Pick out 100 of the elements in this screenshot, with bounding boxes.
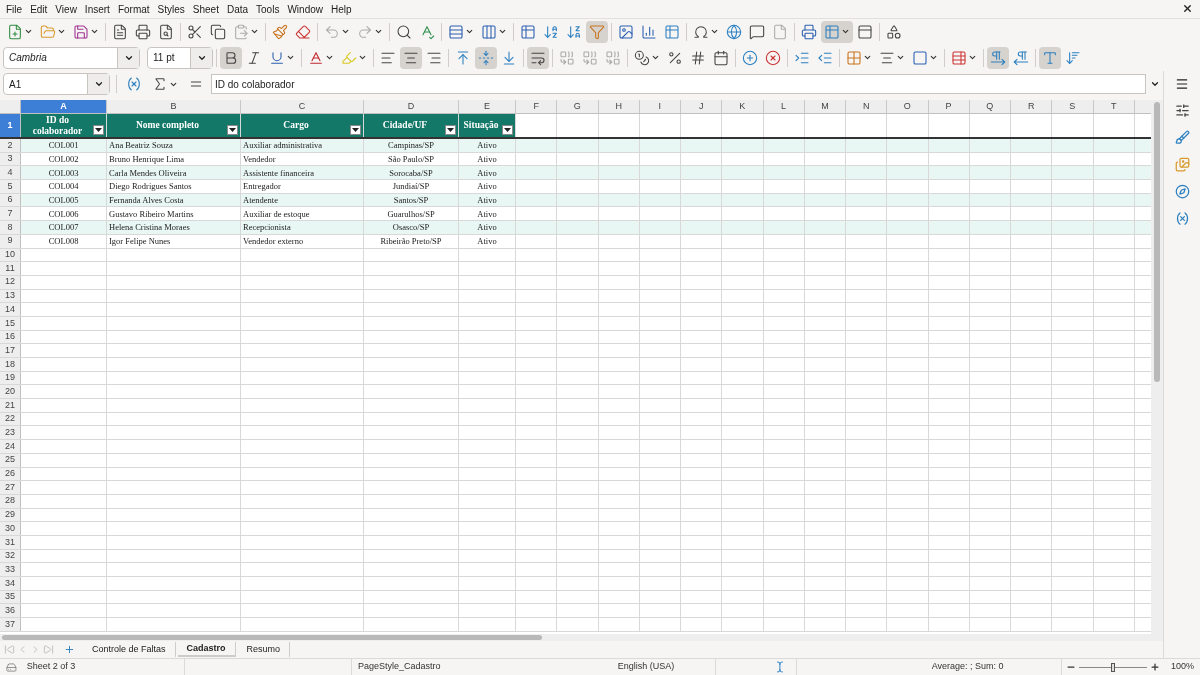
caret-icon <box>90 27 99 36</box>
table-cell-text: Bruno Henrique Lima <box>109 153 186 166</box>
row-header[interactable]: 4 <box>0 166 21 180</box>
menu-item[interactable]: Sheet <box>188 1 223 17</box>
column-header[interactable]: I <box>639 100 681 113</box>
row-header[interactable]: 7 <box>0 207 21 221</box>
close-icon[interactable] <box>1182 3 1193 14</box>
font-name-field[interactable]: Cambria <box>3 46 140 69</box>
row-header[interactable]: 5 <box>0 180 21 193</box>
left-to-right-button[interactable] <box>987 46 1009 69</box>
row-header[interactable]: 36 <box>0 604 21 618</box>
row-header[interactable]: 23 <box>0 426 21 440</box>
menu-item[interactable]: Tools <box>252 1 284 17</box>
font-size-field[interactable]: 11 pt <box>147 46 213 69</box>
row-header[interactable]: 24 <box>0 440 21 453</box>
add-sheet-icon[interactable] <box>64 644 75 655</box>
column-header[interactable]: K <box>722 100 764 113</box>
filter-button[interactable] <box>502 125 513 135</box>
menu-item[interactable]: Format <box>113 1 154 17</box>
formula-input[interactable]: ID do colaborador <box>211 74 1146 94</box>
wrap-text-button[interactable] <box>527 46 549 69</box>
bold-icon <box>223 49 239 66</box>
row-header[interactable]: 17 <box>0 344 21 357</box>
zoom-in-icon[interactable] <box>1150 662 1160 672</box>
sheet-tab[interactable]: Resumo <box>237 642 291 657</box>
selection-summary: Average: ; Sum: 0 <box>930 660 1005 674</box>
navigator-icon[interactable] <box>1174 184 1190 199</box>
column-header[interactable]: A <box>21 100 107 113</box>
menu-item[interactable]: File <box>2 1 27 17</box>
column-header[interactable]: S <box>1052 100 1094 113</box>
sheet-tab[interactable]: Controle de Faltas <box>83 642 176 657</box>
row-header[interactable]: 34 <box>0 577 21 590</box>
properties-icon[interactable] <box>1174 103 1190 118</box>
autofilter-button[interactable] <box>586 20 608 43</box>
column-header[interactable]: L <box>763 100 805 113</box>
column-header[interactable]: D <box>364 100 459 113</box>
menu-icon[interactable] <box>1175 77 1189 91</box>
unmerge-icon <box>605 49 621 66</box>
table-cell-text: Diego Rodrigues Santos <box>109 180 193 193</box>
zoom-slider[interactable] <box>1079 662 1147 672</box>
caret-icon <box>498 27 507 36</box>
menu-item[interactable]: Styles <box>153 1 189 17</box>
center-vertically-button[interactable] <box>475 46 497 69</box>
row-header[interactable]: 2 <box>0 139 21 152</box>
column-header[interactable]: T <box>1093 100 1135 113</box>
row-header[interactable]: 8 <box>0 221 21 234</box>
pivot-table-icon <box>664 23 680 40</box>
gallery-icon[interactable] <box>1174 157 1190 172</box>
column-header[interactable]: R <box>1011 100 1053 113</box>
column-header[interactable]: B <box>107 100 241 113</box>
caret-icon <box>465 27 474 36</box>
row-header[interactable]: 33 <box>0 563 21 576</box>
column-header[interactable]: E <box>459 100 516 113</box>
expand-icon[interactable] <box>1150 79 1160 89</box>
column-header[interactable]: O <box>887 100 929 113</box>
menu-item[interactable]: View <box>51 1 81 17</box>
column-header[interactable]: Q <box>969 100 1011 113</box>
filter-button[interactable] <box>350 125 361 135</box>
row-header[interactable]: 11 <box>0 262 21 275</box>
menu-item[interactable]: Window <box>283 1 327 17</box>
table-cell-text: COL001 <box>47 139 80 152</box>
horizontal-text-button[interactable] <box>1039 46 1061 69</box>
name-box[interactable]: A1 <box>3 73 110 95</box>
page-style: PageStyle_Cadastro <box>351 659 578 675</box>
horizontal-scrollbar[interactable] <box>0 634 1163 641</box>
sheet-tab[interactable]: Cadastro <box>177 642 236 657</box>
undo-icon <box>324 23 340 40</box>
row-header[interactable]: 27 <box>0 481 21 494</box>
column-header[interactable]: H <box>598 100 640 113</box>
table-cell-text: Ana Beatriz Souza <box>109 139 174 152</box>
column-header[interactable]: J <box>681 100 723 113</box>
column-header[interactable]: M <box>804 100 846 113</box>
align-center-button[interactable] <box>400 46 422 69</box>
filter-button[interactable] <box>227 125 238 135</box>
date-icon <box>713 49 729 66</box>
column-header[interactable]: G <box>557 100 599 113</box>
row-header[interactable]: 18 <box>0 358 21 371</box>
row-header[interactable]: 20 <box>0 385 21 399</box>
styles-icon[interactable] <box>1174 130 1190 145</box>
menu-item[interactable]: Help <box>327 1 356 17</box>
filter-button[interactable] <box>445 125 456 135</box>
functions-icon[interactable] <box>1174 211 1190 226</box>
menu-item[interactable]: Insert <box>80 1 114 17</box>
column-header[interactable]: F <box>516 100 558 113</box>
column-header[interactable]: N <box>846 100 888 113</box>
row-header[interactable]: 14 <box>0 303 21 316</box>
column-header[interactable]: C <box>241 100 364 113</box>
menu-item[interactable]: Edit <box>26 1 52 17</box>
column-header[interactable]: P <box>928 100 970 113</box>
menu-item[interactable]: Data <box>222 1 253 17</box>
bold-button[interactable] <box>220 46 242 69</box>
row-header[interactable]: 30 <box>0 522 21 535</box>
row-header[interactable]: 21 <box>0 399 21 412</box>
row-header[interactable]: 1 <box>0 114 21 137</box>
filter-button[interactable] <box>93 125 104 135</box>
cut-icon <box>187 23 203 40</box>
row-header[interactable]: 37 <box>0 618 21 631</box>
freeze-rows-button[interactable] <box>821 20 853 43</box>
currency-icon <box>634 49 650 66</box>
vertical-scrollbar[interactable] <box>1151 100 1163 634</box>
